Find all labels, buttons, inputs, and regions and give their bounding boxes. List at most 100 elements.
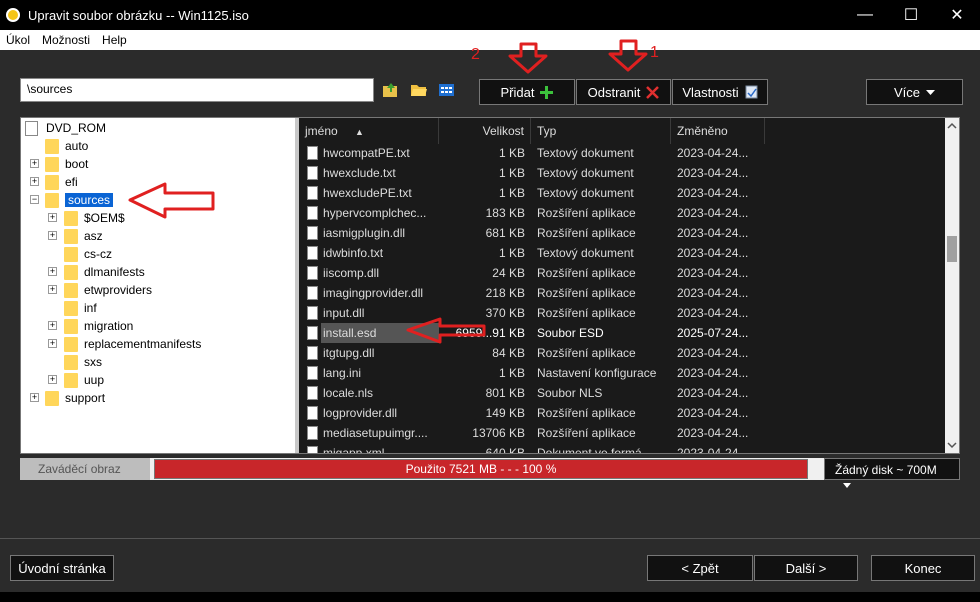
expand-icon[interactable]: + bbox=[30, 177, 39, 186]
file-size-cell: 149 KB bbox=[485, 406, 525, 420]
more-button[interactable]: Více bbox=[866, 79, 963, 105]
expand-icon[interactable]: + bbox=[48, 375, 57, 384]
file-icon bbox=[307, 406, 318, 420]
file-type-cell: Soubor NLS bbox=[537, 386, 603, 400]
tree-item-auto[interactable]: auto bbox=[45, 137, 88, 155]
tree-item-cs-cz[interactable]: cs-cz bbox=[64, 245, 112, 263]
folder-icon bbox=[64, 372, 78, 388]
expand-icon[interactable]: + bbox=[48, 267, 57, 276]
tree-item-support[interactable]: support bbox=[45, 389, 105, 407]
finish-button[interactable]: Konec bbox=[871, 555, 975, 581]
browser-panel: DVD_ROM auto + boot + efi − sources + $O… bbox=[20, 117, 960, 454]
path-input[interactable]: \sources bbox=[20, 78, 374, 102]
boot-image-label[interactable]: Zaváděcí obraz bbox=[20, 458, 150, 480]
file-name-cell: hwcompatPE.txt bbox=[323, 146, 410, 160]
file-modified-cell: 2023-04-24... bbox=[677, 366, 749, 380]
table-row[interactable]: hwcompatPE.txt 1 KB Textový dokument 2023-0… bbox=[299, 143, 945, 163]
file-type-cell: Textový dokument bbox=[537, 246, 634, 260]
remove-button[interactable]: Odstranit bbox=[576, 79, 671, 105]
expand-icon[interactable]: + bbox=[48, 285, 57, 294]
tree-item-uup[interactable]: uup bbox=[64, 371, 104, 389]
table-row[interactable]: iiscomp.dll 24 KB Rozšíření aplikace 2023-0… bbox=[299, 263, 945, 283]
file-icon bbox=[307, 326, 318, 340]
next-button[interactable]: Další > bbox=[754, 555, 858, 581]
back-button[interactable]: < Zpět bbox=[647, 555, 753, 581]
table-row[interactable]: install.esd 6959...91 KB Soubor ESD 2025-07… bbox=[299, 323, 945, 343]
file-name-cell: install.esd bbox=[321, 323, 439, 343]
file-name-cell: locale.nls bbox=[323, 386, 374, 400]
tree-item-sources[interactable]: sources bbox=[45, 191, 114, 209]
file-icon bbox=[307, 246, 318, 260]
scroll-up-icon[interactable] bbox=[945, 120, 959, 132]
table-row[interactable]: itgtupg.dll 84 KB Rozšíření aplikace 2023-0… bbox=[299, 343, 945, 363]
expand-icon[interactable]: + bbox=[48, 213, 57, 222]
table-row[interactable]: mediasetupuimgr.... 13706 KB Rozšíření apl… bbox=[299, 423, 945, 443]
file-size-cell: 1 KB bbox=[498, 366, 525, 380]
tree-item-etwproviders[interactable]: etwproviders bbox=[64, 281, 152, 299]
table-row[interactable]: input.dll 370 KB Rozšíření aplikace 2023-04… bbox=[299, 303, 945, 323]
file-modified-cell: 2023-04-24... bbox=[677, 206, 749, 220]
expand-icon[interactable]: + bbox=[48, 321, 57, 330]
file-list[interactable]: jméno ▲ Velikost Typ Změněno hwcompatPE.… bbox=[299, 118, 945, 453]
table-row[interactable]: migapp.xml 640 KB Dokument ve formá... 2023… bbox=[299, 443, 945, 453]
table-row[interactable]: locale.nls 801 KB Soubor NLS 2023-04-24... bbox=[299, 383, 945, 403]
tree-item-inf[interactable]: inf bbox=[64, 299, 97, 317]
tree-item-asz[interactable]: asz bbox=[64, 227, 103, 245]
table-row[interactable]: hwexcludePE.txt 1 KB Textový dokument 2023-… bbox=[299, 183, 945, 203]
annotation-number-add: 2 bbox=[471, 46, 480, 63]
minimize-button[interactable]: — bbox=[842, 0, 888, 30]
column-header-type[interactable]: Typ bbox=[531, 118, 671, 144]
tree-item-sxs[interactable]: sxs bbox=[64, 353, 102, 371]
table-row[interactable]: logprovider.dll 149 KB Rozšíření aplikace 2… bbox=[299, 403, 945, 423]
expand-icon[interactable]: + bbox=[30, 393, 39, 402]
file-name-cell: imagingprovider.dll bbox=[323, 286, 424, 300]
column-header-name[interactable]: jméno ▲ bbox=[299, 118, 439, 144]
menu-item-help[interactable]: Help bbox=[96, 33, 133, 47]
table-row[interactable]: lang.ini 1 KB Nastavení konfigurace 2023-04… bbox=[299, 363, 945, 383]
file-icon bbox=[307, 386, 318, 400]
properties-button[interactable]: Vlastnosti bbox=[672, 79, 768, 105]
folder-up-icon[interactable] bbox=[382, 82, 400, 98]
table-row[interactable]: imagingprovider.dll 218 KB Rozšíření aplik… bbox=[299, 283, 945, 303]
tree-item-dlmanifests[interactable]: dlmanifests bbox=[64, 263, 145, 281]
open-folder-icon[interactable] bbox=[410, 82, 428, 98]
maximize-button[interactable]: ☐ bbox=[888, 0, 934, 30]
add-label: Přidat bbox=[500, 84, 535, 100]
expand-icon[interactable]: + bbox=[30, 159, 39, 168]
column-header-size[interactable]: Velikost bbox=[439, 118, 531, 144]
disk-size-select[interactable]: Žádný disk ~ 700M bbox=[824, 458, 960, 488]
scroll-thumb[interactable] bbox=[947, 236, 957, 262]
collapse-icon[interactable]: − bbox=[30, 195, 39, 204]
column-header-modified[interactable]: Změněno bbox=[671, 118, 765, 144]
view-details-icon[interactable] bbox=[438, 82, 456, 98]
file-modified-cell: 2023-04-24... bbox=[677, 186, 749, 200]
expand-icon[interactable]: + bbox=[48, 231, 57, 240]
expand-icon[interactable]: + bbox=[48, 339, 57, 348]
vertical-scrollbar[interactable] bbox=[945, 118, 959, 453]
table-row[interactable]: hypervcomplchec... 183 KB Rozšíření aplika… bbox=[299, 203, 945, 223]
folder-tree[interactable]: DVD_ROM auto + boot + efi − sources + $O… bbox=[21, 118, 295, 453]
tree-item-migration[interactable]: migration bbox=[64, 317, 133, 335]
usage-progress-bar: Použito 7521 MB - - - 100 % bbox=[154, 459, 808, 479]
file-type-cell: Soubor ESD bbox=[537, 326, 604, 340]
table-row[interactable]: hwexclude.txt 1 KB Textový dokument 2023-04… bbox=[299, 163, 945, 183]
file-modified-cell: 2023-04-24... bbox=[677, 226, 749, 240]
table-row[interactable]: idwbinfo.txt 1 KB Textový dokument 2023-04-… bbox=[299, 243, 945, 263]
table-row[interactable]: iasmigplugin.dll 681 KB Rozšíření aplikace… bbox=[299, 223, 945, 243]
file-icon bbox=[307, 426, 318, 440]
tree-item-boot[interactable]: boot bbox=[45, 155, 88, 173]
menu-bar: Úkol Možnosti Help bbox=[0, 30, 980, 50]
home-button[interactable]: Úvodní stránka bbox=[10, 555, 114, 581]
tree-item-efi[interactable]: efi bbox=[45, 173, 78, 191]
add-button[interactable]: Přidat bbox=[479, 79, 575, 105]
menu-item-options[interactable]: Možnosti bbox=[36, 33, 96, 47]
close-button[interactable]: ✕ bbox=[934, 0, 980, 30]
scroll-down-icon[interactable] bbox=[945, 439, 959, 451]
tree-root[interactable]: DVD_ROM bbox=[25, 119, 106, 137]
file-modified-cell: 2023-04-24... bbox=[677, 286, 749, 300]
tree-root-label: DVD_ROM bbox=[46, 121, 107, 135]
tree-item-oem[interactable]: $OEM$ bbox=[64, 209, 125, 227]
menu-item-task[interactable]: Úkol bbox=[0, 33, 36, 47]
file-type-cell: Rozšíření aplikace bbox=[537, 226, 636, 240]
tree-item-replacementmanifests[interactable]: replacementmanifests bbox=[64, 335, 201, 353]
